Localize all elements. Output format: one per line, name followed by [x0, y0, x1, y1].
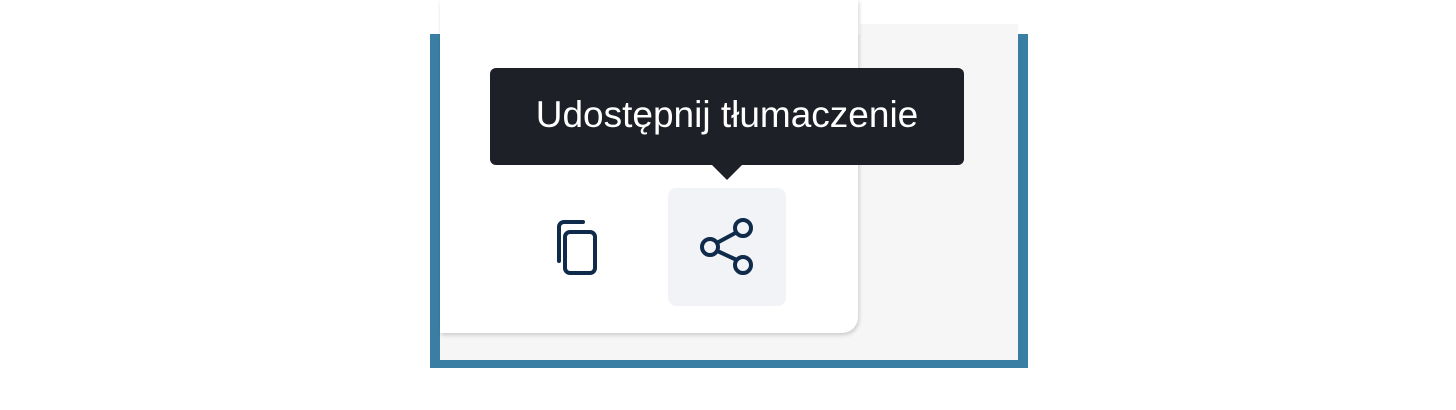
bottom-strip — [440, 336, 1018, 360]
translation-card — [440, 0, 858, 333]
share-translation-button[interactable] — [668, 188, 786, 306]
tooltip-text: Udostępnij tłumaczenie — [535, 93, 919, 135]
copy-icon — [557, 220, 597, 275]
copy-translation-button[interactable] — [520, 188, 638, 306]
share-tooltip: Udostępnij tłumaczenie — [490, 68, 964, 165]
share-icon — [700, 218, 753, 275]
tooltip-arrow — [711, 164, 743, 180]
